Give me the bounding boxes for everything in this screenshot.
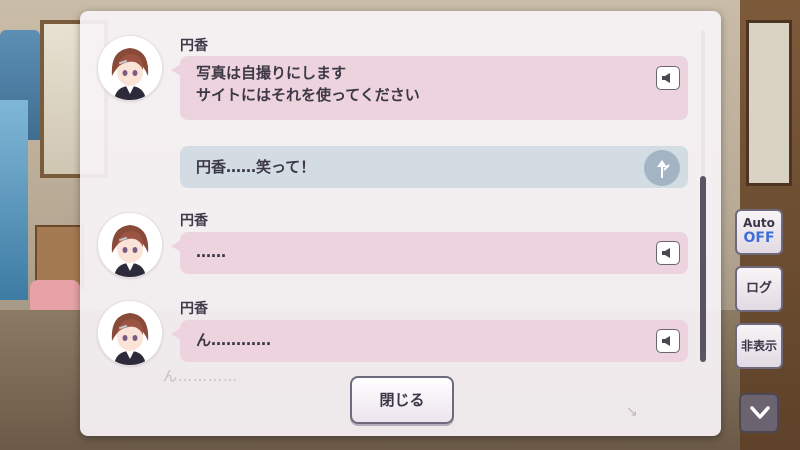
auto-state: OFF — [743, 230, 775, 246]
speaker-icon — [662, 73, 670, 83]
chevron-down-icon — [750, 406, 770, 419]
avatar — [98, 213, 162, 277]
backlog-panel: ん………… ↘ 円香 写真は自撮りにします サイトにはそれを使ってください 円香… — [80, 11, 721, 436]
hide-ui-button[interactable]: 非表示 — [735, 323, 783, 369]
character-portrait-icon — [98, 301, 162, 365]
avatar — [98, 301, 162, 365]
log-button[interactable]: ログ — [735, 266, 783, 312]
background-advance-arrow-icon: ↘ — [626, 404, 638, 420]
dialogue-line: 写真は自撮りにします — [196, 64, 347, 82]
dialogue-bubble: ん………… — [171, 320, 688, 362]
close-button[interactable]: 閉じる — [350, 376, 454, 424]
speaker-name: 円香 — [180, 38, 208, 54]
choice-selected: 円香……笑って！ — [180, 146, 688, 188]
scene-door-glass — [746, 20, 792, 186]
auto-toggle-button[interactable]: Auto OFF — [735, 209, 783, 255]
speaker-icon — [662, 336, 670, 346]
character-portrait-icon — [98, 213, 162, 277]
voice-replay-button[interactable] — [656, 329, 680, 353]
menu-collapse-button[interactable] — [739, 393, 779, 433]
voice-replay-button[interactable] — [656, 66, 680, 90]
auto-label: Auto — [743, 216, 775, 230]
choice-text: 円香……笑って！ — [196, 158, 316, 176]
dialogue-line: ん………… — [196, 331, 272, 349]
scrollbar-thumb[interactable] — [700, 176, 706, 362]
background-dialogue-residual: ん………… — [163, 369, 238, 385]
speaker-name: 円香 — [180, 213, 208, 229]
avatar — [98, 36, 162, 100]
speaker-name: 円香 — [180, 301, 208, 317]
dialogue-bubble: 写真は自撮りにします サイトにはそれを使ってください — [171, 56, 688, 120]
speaker-icon — [662, 248, 670, 258]
scene-poster — [0, 100, 28, 300]
branch-arrow-icon — [644, 150, 680, 186]
dialogue-bubble: …… — [171, 232, 688, 274]
character-portrait-icon — [98, 36, 162, 100]
dialogue-line: サイトにはそれを使ってください — [196, 86, 420, 104]
voice-replay-button[interactable] — [656, 241, 680, 265]
dialogue-line: …… — [196, 243, 226, 261]
